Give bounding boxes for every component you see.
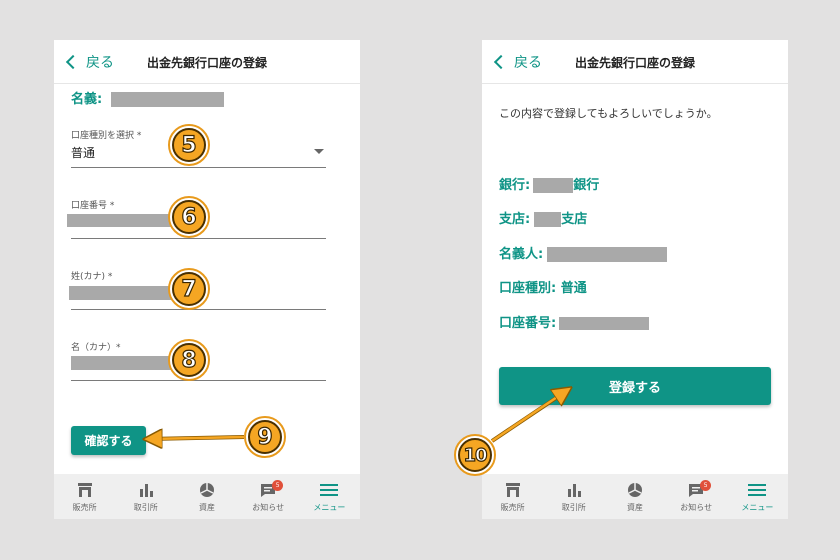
nav-label: 取引所	[133, 503, 158, 512]
account-type-row: 口座種別: 普通	[499, 281, 587, 296]
step-marker-7: 7	[168, 268, 210, 310]
nav-label: 販売所	[72, 503, 97, 512]
redacted-branch-name	[534, 212, 562, 227]
redacted-bank-name	[533, 178, 574, 193]
first-name-label: 名（カナ）*	[71, 343, 121, 353]
nav-item-assets[interactable]: 資産	[176, 474, 237, 519]
bank-row: 銀行: 銀行	[499, 174, 599, 193]
redacted-holder-name	[110, 92, 224, 107]
branch-row: 支店: 支店	[499, 208, 587, 227]
redacted-holder-name	[547, 247, 668, 262]
app-header: 戻る 出金先銀行口座の登録	[482, 40, 788, 84]
app-header: 戻る 出金先銀行口座の登録	[54, 40, 360, 84]
nav-item-news[interactable]: 5 お知らせ	[238, 474, 299, 519]
first-name-input[interactable]	[71, 356, 172, 370]
holder-row: 名義:	[71, 88, 224, 107]
menu-icon	[748, 482, 767, 498]
account-number-label: 口座番号 *	[71, 201, 115, 211]
nav-item-menu[interactable]: メニュー	[299, 474, 360, 519]
pie-chart-icon	[198, 482, 216, 498]
page-title: 出金先銀行口座の登録	[574, 56, 695, 70]
account-type-label: 口座種別を選択 *	[71, 131, 142, 141]
first-name-underline	[71, 380, 326, 381]
right-screen: 戻る 出金先銀行口座の登録 この内容で登録してもよろしいでしょうか。 銀行: 銀行…	[482, 40, 788, 519]
bar-chart-icon	[137, 482, 155, 498]
holder-row: 名義人:	[499, 243, 668, 262]
notification-badge: 5	[272, 480, 284, 491]
notification-badge: 5	[700, 480, 712, 491]
step-marker-9: 9	[244, 416, 286, 458]
bank-suffix: 銀行	[573, 178, 600, 193]
nav-label: 資産	[199, 503, 215, 512]
bottom-nav: 販売所 取引所 資産 5 お知らせ メニュー	[54, 474, 360, 519]
holder-label: 名義:	[71, 92, 103, 107]
bar-chart-icon	[565, 482, 583, 498]
account-type-value[interactable]: 普通	[71, 144, 95, 161]
account-number-input[interactable]	[67, 214, 172, 227]
nav-item-exchange[interactable]: 取引所	[543, 474, 604, 519]
branch-suffix: 支店	[561, 212, 588, 227]
nav-label: お知らせ	[680, 503, 713, 512]
register-button[interactable]: 登録する	[499, 367, 771, 405]
nav-label: 販売所	[500, 503, 525, 512]
confirm-prompt: この内容で登録してもよろしいでしょうか。	[499, 107, 718, 120]
pie-chart-icon	[626, 482, 644, 498]
last-name-label: 姓(カナ) *	[71, 272, 113, 282]
confirm-button[interactable]: 確認する	[71, 426, 146, 455]
nav-label: お知らせ	[252, 503, 285, 512]
nav-item-assets[interactable]: 資産	[604, 474, 665, 519]
step-marker-5: 5	[168, 124, 210, 166]
store-icon	[76, 482, 94, 498]
last-name-underline	[71, 309, 326, 310]
menu-icon	[320, 482, 339, 498]
bottom-nav: 販売所 取引所 資産 5 お知らせ メニュー	[482, 474, 788, 519]
nav-item-store[interactable]: 販売所	[482, 474, 543, 519]
nav-label: メニュー	[741, 503, 774, 512]
page-title: 出金先銀行口座の登録	[146, 56, 267, 70]
nav-item-news[interactable]: 5 お知らせ	[666, 474, 727, 519]
nav-item-exchange[interactable]: 取引所	[115, 474, 176, 519]
account-type-underline	[71, 167, 326, 168]
nav-label: メニュー	[313, 503, 346, 512]
account-number-underline	[71, 238, 326, 239]
nav-label: 資産	[627, 503, 643, 512]
account-number-row: 口座番号:	[499, 312, 650, 331]
branch-label: 支店:	[499, 212, 531, 227]
bank-label: 銀行:	[499, 178, 531, 193]
last-name-input[interactable]	[69, 286, 172, 300]
step-marker-8: 8	[168, 339, 210, 381]
step-marker-10: 10	[454, 434, 496, 476]
holder-label: 名義人:	[499, 247, 544, 262]
redacted-account-number	[559, 317, 650, 330]
account-number-label: 口座番号:	[499, 316, 557, 331]
nav-label: 取引所	[561, 503, 586, 512]
dropdown-caret-icon[interactable]	[314, 149, 324, 154]
nav-item-store[interactable]: 販売所	[54, 474, 115, 519]
nav-item-menu[interactable]: メニュー	[727, 474, 788, 519]
step-marker-6: 6	[168, 196, 210, 238]
store-icon	[504, 482, 522, 498]
